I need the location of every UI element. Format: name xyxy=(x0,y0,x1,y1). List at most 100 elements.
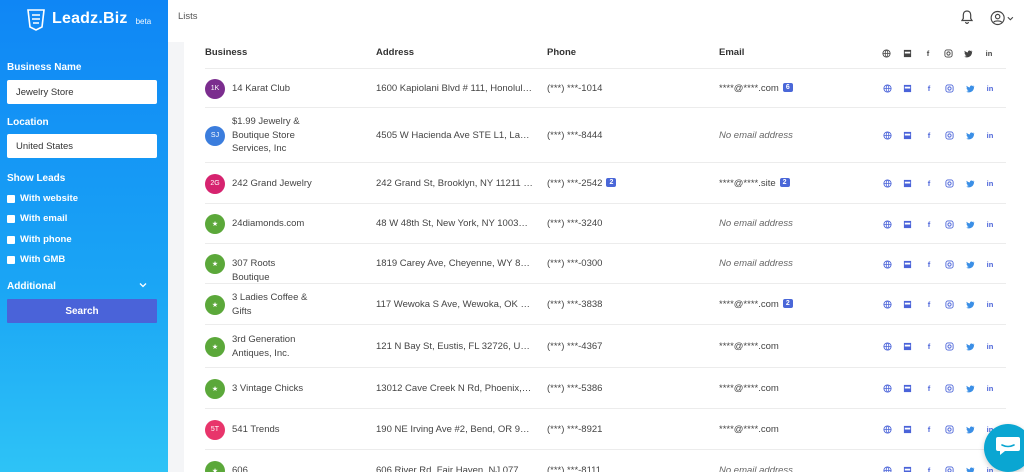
checkbox[interactable] xyxy=(7,255,15,264)
business-name[interactable]: 24diamonds.com xyxy=(232,217,312,231)
facebook-icon[interactable]: f xyxy=(924,259,934,269)
search-button[interactable]: Search xyxy=(7,299,157,323)
instagram-icon[interactable] xyxy=(944,425,954,435)
facebook-icon[interactable]: f xyxy=(924,425,934,435)
twitter-icon[interactable] xyxy=(965,219,975,229)
globe-icon[interactable] xyxy=(882,84,892,94)
instagram-icon[interactable] xyxy=(944,300,954,310)
linkedin-icon[interactable]: in xyxy=(985,84,995,94)
checkbox[interactable] xyxy=(7,235,15,244)
linkedin-icon[interactable]: in xyxy=(985,300,995,310)
table-row[interactable]: ★ 3 Vintage Chicks 13012 Cave Creek N Rd… xyxy=(205,367,1006,408)
twitter-icon[interactable] xyxy=(965,466,975,472)
facebook-icon[interactable]: f xyxy=(924,179,934,189)
gmb-icon[interactable] xyxy=(902,219,912,229)
table-row[interactable]: ★ 3 Ladies Coffee & Gifts 117 Wewoka S A… xyxy=(205,283,1006,324)
twitter-icon[interactable] xyxy=(965,384,975,394)
facebook-icon[interactable]: f xyxy=(924,384,934,394)
gmb-icon[interactable] xyxy=(902,84,912,94)
globe-icon[interactable] xyxy=(882,300,892,310)
linkedin-icon[interactable]: in xyxy=(985,179,995,189)
business-name[interactable]: 3rd Generation Antiques, Inc. xyxy=(232,333,312,360)
table-row[interactable]: 2G 242 Grand Jewelry 242 Grand St, Brook… xyxy=(205,162,1006,203)
business-name[interactable]: 307 Roots Boutique xyxy=(232,257,312,284)
globe-icon[interactable] xyxy=(882,219,892,229)
facebook-icon[interactable]: f xyxy=(924,466,934,472)
linkedin-icon[interactable]: in xyxy=(985,131,995,141)
business-name[interactable]: 242 Grand Jewelry xyxy=(232,177,312,191)
user-menu[interactable] xyxy=(990,9,1014,27)
filter-with-phone[interactable]: With phone xyxy=(7,234,72,245)
additional-toggle[interactable]: Additional xyxy=(7,281,147,292)
instagram-icon[interactable] xyxy=(944,259,954,269)
business-name[interactable]: 606 xyxy=(232,464,312,472)
globe-icon[interactable] xyxy=(882,425,892,435)
globe-icon[interactable] xyxy=(882,384,892,394)
table-row[interactable]: ★ 24diamonds.com 48 W 48th St, New York,… xyxy=(205,203,1006,243)
gmb-icon[interactable] xyxy=(902,259,912,269)
table-row[interactable]: ★ 606 606 River Rd, Fair Haven, NJ 07704… xyxy=(205,449,1006,472)
gmb-icon[interactable] xyxy=(902,342,912,352)
email-count-badge[interactable]: 2 xyxy=(779,178,790,188)
twitter-icon[interactable] xyxy=(965,342,975,352)
gmb-icon[interactable] xyxy=(902,179,912,189)
facebook-icon[interactable]: f xyxy=(924,84,934,94)
checkbox[interactable] xyxy=(7,194,15,203)
business-name[interactable]: 3 Ladies Coffee & Gifts xyxy=(232,291,312,318)
gmb-icon[interactable] xyxy=(902,425,912,435)
bell-icon[interactable] xyxy=(959,9,975,25)
linkedin-icon[interactable]: in xyxy=(985,384,995,394)
filter-with-email[interactable]: With email xyxy=(7,213,67,224)
gmb-icon[interactable] xyxy=(902,384,912,394)
email-count-badge[interactable]: 2 xyxy=(782,299,793,309)
business-name-input[interactable] xyxy=(7,80,157,104)
linkedin-icon[interactable]: in xyxy=(985,342,995,352)
table-row[interactable]: SJ $1.99 Jewelry & Boutique Store Servic… xyxy=(205,107,1006,162)
facebook-icon[interactable]: f xyxy=(924,131,934,141)
filter-with-gmb[interactable]: With GMB xyxy=(7,254,65,265)
chat-launcher[interactable] xyxy=(984,424,1024,472)
twitter-icon[interactable] xyxy=(965,179,975,189)
table-row[interactable]: ★ 307 Roots Boutique 1819 Carey Ave, Che… xyxy=(205,243,1006,283)
business-name[interactable]: $1.99 Jewelry & Boutique Store Services,… xyxy=(232,115,312,156)
instagram-icon[interactable] xyxy=(944,342,954,352)
logo[interactable]: Leadz.Biz beta xyxy=(26,7,151,31)
gmb-icon[interactable] xyxy=(902,466,912,472)
instagram-icon[interactable] xyxy=(944,179,954,189)
globe-icon[interactable] xyxy=(882,466,892,472)
globe-icon[interactable] xyxy=(882,259,892,269)
instagram-icon[interactable] xyxy=(944,466,954,472)
twitter-icon[interactable] xyxy=(965,425,975,435)
instagram-icon[interactable] xyxy=(944,131,954,141)
instagram-icon[interactable] xyxy=(944,84,954,94)
twitter-icon[interactable] xyxy=(965,131,975,141)
filter-with-website[interactable]: With website xyxy=(7,193,78,204)
gmb-icon[interactable] xyxy=(902,131,912,141)
facebook-icon[interactable]: f xyxy=(924,342,934,352)
twitter-icon[interactable] xyxy=(965,84,975,94)
twitter-icon[interactable] xyxy=(965,259,975,269)
email-count-badge[interactable]: 6 xyxy=(782,83,793,93)
business-name[interactable]: 3 Vintage Chicks xyxy=(232,382,312,396)
globe-icon[interactable] xyxy=(882,179,892,189)
twitter-icon[interactable] xyxy=(965,300,975,310)
instagram-icon[interactable] xyxy=(944,219,954,229)
table-row[interactable]: 1K 14 Karat Club 1600 Kapiolani Blvd # 1… xyxy=(205,68,1006,107)
checkbox[interactable] xyxy=(7,214,15,223)
phone-count-badge[interactable]: 2 xyxy=(606,178,617,188)
location-input[interactable] xyxy=(7,134,157,158)
header-address[interactable]: Address xyxy=(376,47,414,58)
globe-icon[interactable] xyxy=(882,342,892,352)
header-email[interactable]: Email xyxy=(719,47,744,58)
instagram-icon[interactable] xyxy=(944,384,954,394)
facebook-icon[interactable]: f xyxy=(924,300,934,310)
globe-icon[interactable] xyxy=(882,131,892,141)
table-row[interactable]: ★ 3rd Generation Antiques, Inc. 121 N Ba… xyxy=(205,324,1006,367)
linkedin-icon[interactable]: in xyxy=(985,219,995,229)
header-business[interactable]: Business xyxy=(205,47,247,58)
header-phone[interactable]: Phone xyxy=(547,47,576,58)
facebook-icon[interactable]: f xyxy=(924,219,934,229)
gmb-icon[interactable] xyxy=(902,300,912,310)
business-name[interactable]: 541 Trends xyxy=(232,423,312,437)
business-name[interactable]: 14 Karat Club xyxy=(232,82,312,96)
